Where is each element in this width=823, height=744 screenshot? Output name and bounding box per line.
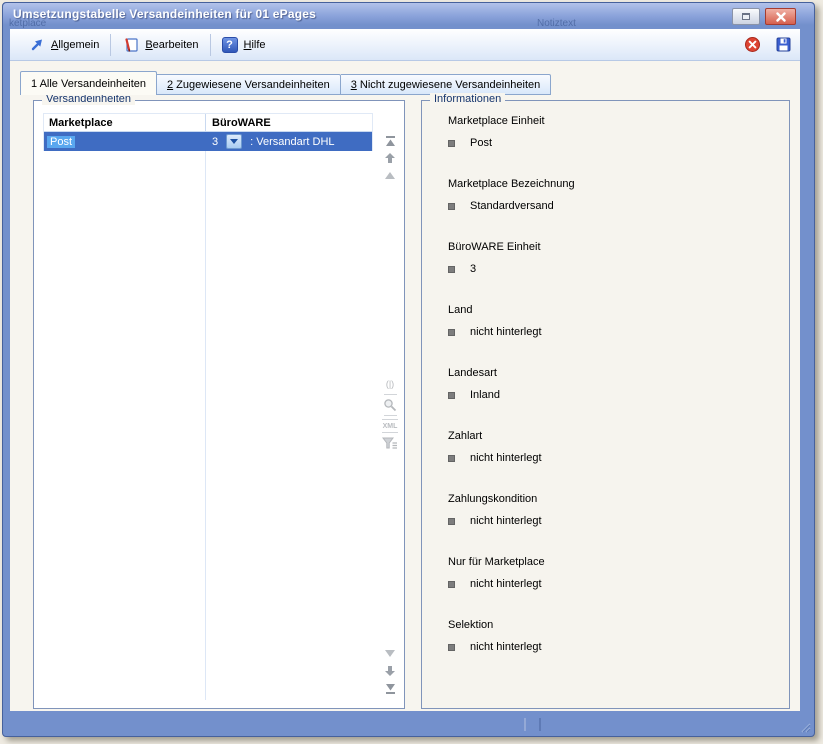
- titlebar[interactable]: Umsetzungstabelle Versandeinheiten für 0…: [3, 3, 814, 25]
- field-label: Marketplace Bezeichnung: [448, 178, 779, 192]
- info-field: Zahlart nicht hinterlegt: [448, 430, 779, 493]
- window-title: Umsetzungstabelle Versandeinheiten für 0…: [3, 7, 316, 21]
- versandeinheiten-groupbox: Versandeinheiten Marketplace BüroWARE Po…: [33, 100, 405, 709]
- bullet-icon: [448, 203, 455, 210]
- toolbar-item-label: Allgemein: [51, 39, 99, 51]
- scroll-up-button[interactable]: [382, 168, 398, 182]
- field-value: nicht hinterlegt: [470, 326, 542, 338]
- bullet-icon: [448, 518, 455, 525]
- bullet-icon: [448, 581, 455, 588]
- cancel-icon: [744, 36, 761, 53]
- move-to-bottom-button[interactable]: [382, 681, 398, 695]
- bueroware-description: : Versandart DHL: [250, 136, 334, 148]
- arrow-down-icon: [384, 665, 396, 677]
- close-button[interactable]: [765, 8, 796, 25]
- field-value: Inland: [470, 389, 500, 401]
- triangle-down-icon: [384, 649, 396, 659]
- field-label: Zahlart: [448, 430, 779, 444]
- field-value: Post: [470, 137, 492, 149]
- triangle-up-icon: [384, 170, 396, 180]
- info-field: Marketplace Einheit Post: [448, 115, 779, 178]
- statusbar-divider: [524, 718, 526, 731]
- field-value: nicht hinterlegt: [470, 641, 542, 653]
- field-value: nicht hinterlegt: [470, 515, 542, 527]
- scroll-down-button[interactable]: [382, 647, 398, 661]
- move-up-button[interactable]: [382, 151, 398, 165]
- field-label: Landesart: [448, 367, 779, 381]
- bullet-icon: [448, 392, 455, 399]
- tab-zugewiesene-versandeinheiten[interactable]: 2 Zugewiesene Versandeinheiten: [157, 74, 341, 95]
- bullet-icon: [448, 329, 455, 336]
- move-bottom-icon: [384, 682, 397, 695]
- field-label: Land: [448, 304, 779, 318]
- info-field: Nur für Marketplace nicht hinterlegt: [448, 556, 779, 619]
- bullet-icon: [448, 644, 455, 651]
- field-value: nicht hinterlegt: [470, 578, 542, 590]
- help-icon: ?: [222, 37, 238, 53]
- dropdown-button[interactable]: [226, 134, 242, 149]
- column-header-marketplace[interactable]: Marketplace: [44, 114, 206, 131]
- field-value: nicht hinterlegt: [470, 452, 542, 464]
- statusbar-divider: [539, 718, 541, 731]
- info-field: BüroWARE Einheit 3: [448, 241, 779, 304]
- info-fields: Marketplace Einheit Post Marketplace Beze…: [448, 115, 779, 682]
- tab-nicht-zugewiesene-versandeinheiten[interactable]: 3 Nicht zugewiesene Versandeinheiten: [341, 74, 552, 95]
- info-field: Zahlungskondition nicht hinterlegt: [448, 493, 779, 556]
- tab-alle-versandeinheiten[interactable]: 1 Alle Versandeinheiten: [20, 71, 157, 95]
- informationen-groupbox: Informationen Marketplace EinheitPost Ma…: [421, 100, 790, 709]
- toolbar: Allgemein Bearbeiten ? Hilfe: [10, 29, 800, 61]
- background-ghost-text: Notiztext: [537, 18, 576, 28]
- field-label: Selektion: [448, 619, 779, 633]
- bearbeiten-button[interactable]: Bearbeiten: [111, 32, 209, 58]
- table-header-row: Marketplace BüroWARE: [44, 114, 372, 132]
- field-label: BüroWARE Einheit: [448, 241, 779, 255]
- move-to-top-button[interactable]: [382, 134, 398, 148]
- info-field: Selektion nicht hinterlegt: [448, 619, 779, 682]
- field-value: 3: [470, 263, 476, 275]
- chevron-down-icon: [230, 139, 238, 144]
- arrow-up-icon: [384, 152, 396, 164]
- restore-button[interactable]: [732, 8, 760, 25]
- tab-page: 1 Alle Versandeinheiten 2 Zugewiesene Ve…: [10, 61, 800, 711]
- info-field: Land nicht hinterlegt: [448, 304, 779, 367]
- resize-grip[interactable]: [798, 720, 811, 733]
- info-field: Landesart Inland: [448, 367, 779, 430]
- column-header-bueroware[interactable]: BüroWARE: [206, 117, 372, 129]
- marketplace-cell[interactable]: Post: [47, 136, 75, 148]
- xml-icon[interactable]: XML: [382, 419, 398, 433]
- grid-control-strip: (|) XML: [380, 131, 400, 700]
- background-ghost-text: ketplace: [9, 18, 46, 28]
- toolbar-item-label: Hilfe: [244, 39, 266, 51]
- field-label: Marketplace Einheit: [448, 115, 779, 129]
- save-button[interactable]: [775, 36, 792, 53]
- save-floppy-icon: [775, 36, 792, 53]
- info-field: Marketplace Bezeichnung Standardversand: [448, 178, 779, 241]
- bullet-icon: [448, 140, 455, 147]
- cancel-button[interactable]: [744, 36, 761, 53]
- hilfe-button[interactable]: ? Hilfe: [211, 32, 277, 58]
- table-row-selected[interactable]: Post 3 : Versandart DHL: [44, 132, 372, 151]
- field-value: Standardversand: [470, 200, 554, 212]
- close-icon: [776, 12, 786, 22]
- dialog-window: Umsetzungstabelle Versandeinheiten für 0…: [2, 2, 815, 737]
- move-top-icon: [384, 135, 397, 148]
- restore-icon: [742, 13, 750, 20]
- allgemein-button[interactable]: Allgemein: [18, 32, 110, 58]
- bullet-icon: [448, 266, 455, 273]
- search-icon[interactable]: [382, 398, 398, 412]
- field-label: Zahlungskondition: [448, 493, 779, 507]
- filter-icon[interactable]: [382, 436, 398, 450]
- tab-bar: 1 Alle Versandeinheiten 2 Zugewiesene Ve…: [20, 71, 551, 95]
- column-divider: [205, 132, 206, 700]
- groupbox-legend: Informationen: [430, 93, 505, 105]
- bueroware-value: 3: [212, 136, 218, 148]
- toolbar-item-label: Bearbeiten: [145, 39, 198, 51]
- field-label: Nur für Marketplace: [448, 556, 779, 570]
- edit-document-icon: [122, 37, 139, 53]
- bullet-icon: [448, 455, 455, 462]
- versandeinheiten-table: Marketplace BüroWARE Post 3 : Versandart…: [43, 113, 373, 151]
- brackets-icon[interactable]: (|): [382, 377, 398, 391]
- arrow-up-right-icon: [29, 37, 45, 53]
- move-down-button[interactable]: [382, 664, 398, 678]
